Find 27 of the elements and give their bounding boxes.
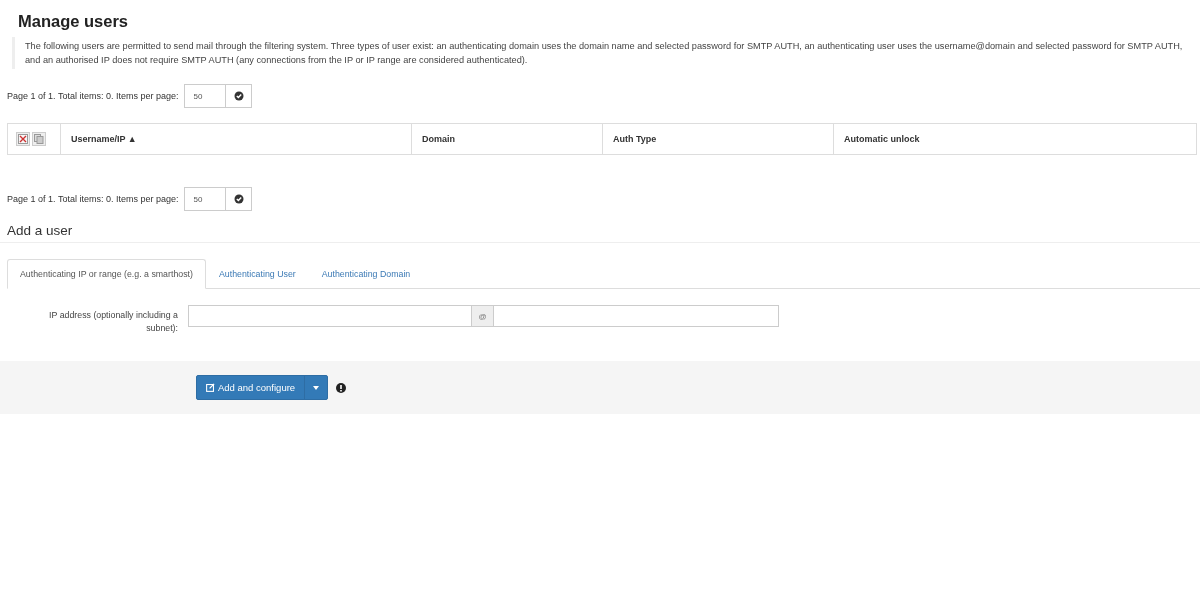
column-header[interactable]: Domain: [411, 123, 603, 155]
caret-icon[interactable]: [313, 385, 320, 390]
info-icon[interactable]: [336, 382, 347, 393]
field-label: IP address (optionally including a subnet):: [48, 309, 178, 335]
check-circle-icon: [233, 194, 244, 204]
pager-text: Page 1 of 1. Total items: 0. Items per page:: [7, 91, 179, 101]
tab[interactable]: Authenticating IP or range (e.g. a smarthost): [7, 259, 206, 289]
ip-address-field[interactable]: @: [188, 305, 779, 327]
edit-icon: [206, 383, 215, 392]
tab[interactable]: Authenticating Domain: [308, 259, 424, 289]
items-per-page-field[interactable]: 50: [184, 187, 227, 211]
pager-text: Page 1 of 1. Total items: 0. Items per page:: [7, 194, 179, 204]
add-and-configure-button[interactable]: Add and configure: [196, 375, 329, 400]
column-header[interactable]: Automatic unlock: [833, 123, 1197, 155]
column-header[interactable]: Username/IP ▲: [60, 123, 412, 155]
select-all-button[interactable]: [16, 132, 30, 146]
description-text: The following users are permitted to send mail through the filtering system. Three types of user exist: an authenticating domain uses the domain name and selected password for SMTP AUTH, an authenticating user uses the username@domain and selected password for SMTP AUTH, and an authorised IP does not require SMTP AUTH (any connections from the IP or IP range are considered authenticated).: [12, 37, 1188, 69]
check-circle-icon: [233, 91, 244, 101]
apply-button[interactable]: [226, 84, 253, 108]
section-heading: Add a user: [0, 223, 1200, 243]
items-per-page-field[interactable]: 50: [184, 84, 227, 108]
column-header[interactable]: Auth Type: [602, 123, 834, 155]
tab[interactable]: Authenticating User: [205, 259, 309, 289]
apply-button[interactable]: [226, 187, 253, 211]
checkbox-icon: [18, 134, 28, 144]
copy-icon: [34, 134, 44, 144]
page-title: Manage users: [17, 11, 130, 31]
